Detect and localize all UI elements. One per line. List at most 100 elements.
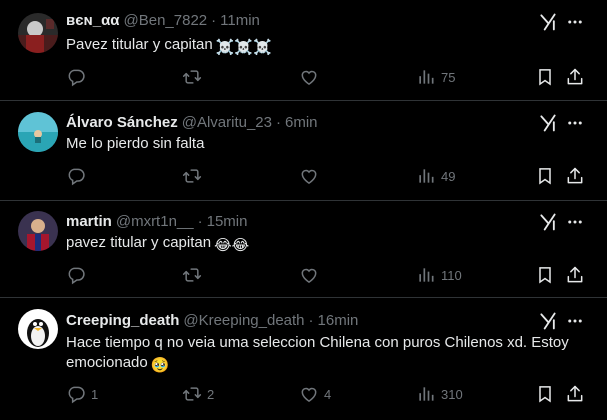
timestamp[interactable]: 16min xyxy=(318,312,359,329)
more-icon[interactable] xyxy=(566,114,584,132)
bookmark-button[interactable] xyxy=(535,67,555,87)
action-bar: 75 xyxy=(66,67,586,87)
retweet-button[interactable] xyxy=(182,67,207,87)
bookmark-button[interactable] xyxy=(535,166,555,186)
like-icon xyxy=(299,67,319,87)
user-handle[interactable]: @Ben_7822 xyxy=(124,12,208,29)
action-bar: 49 xyxy=(66,166,586,186)
like-button[interactable]: 4 xyxy=(299,384,331,404)
reply-icon xyxy=(66,384,86,404)
reply-icon xyxy=(66,265,86,285)
retweet-icon xyxy=(182,265,202,285)
user-handle[interactable]: @mxrt1n__ xyxy=(116,213,194,230)
tweet-text: Me lo pierdo sin falta xyxy=(66,134,586,154)
tweet-text-content: Me lo pierdo sin falta xyxy=(66,135,205,152)
more-icon[interactable] xyxy=(566,13,584,31)
views-button[interactable]: 49 xyxy=(416,166,455,186)
emoji: ☠️☠️☠️ xyxy=(215,39,272,56)
grok-icon[interactable] xyxy=(538,113,558,133)
timestamp[interactable]: 6min xyxy=(285,114,318,131)
separator: · xyxy=(308,311,314,329)
reply-icon xyxy=(66,67,86,87)
bookmark-icon xyxy=(535,265,555,285)
tweet-item[interactable]: Álvaro Sánchez @Alvaritu_23 · 6min Me lo… xyxy=(0,101,607,201)
view-count: 49 xyxy=(441,168,456,184)
retweet-button[interactable] xyxy=(182,166,207,186)
separator: · xyxy=(197,212,203,230)
tweet-text: Hace tiempo q no veia uma seleccion Chil… xyxy=(66,333,586,376)
views-icon xyxy=(416,384,436,404)
views-button[interactable]: 310 xyxy=(416,384,463,404)
bookmark-button[interactable] xyxy=(535,384,555,404)
reply-icon xyxy=(66,166,86,186)
tweet-item[interactable]: Creeping_death @Kreeping_death · 16min H… xyxy=(0,298,607,420)
action-bar: 110 xyxy=(66,265,586,285)
share-button[interactable] xyxy=(565,166,585,186)
like-button[interactable] xyxy=(299,166,324,186)
tweet-text-continued: emocionado xyxy=(66,354,148,371)
reply-feed: ʙєɴ_αα @Ben_7822 · 11min Pavez titular y… xyxy=(0,0,607,420)
grok-icon[interactable] xyxy=(538,311,558,331)
tweet-header: Álvaro Sánchez @Alvaritu_23 · 6min xyxy=(66,112,318,132)
tweet-header: Creeping_death @Kreeping_death · 16min xyxy=(66,310,358,330)
retweet-button[interactable]: 2 xyxy=(182,384,214,404)
like-icon xyxy=(299,166,319,186)
tweet-item[interactable]: ʙєɴ_αα @Ben_7822 · 11min Pavez titular y… xyxy=(0,0,607,101)
reply-button[interactable]: 1 xyxy=(66,384,98,404)
like-button[interactable] xyxy=(299,265,324,285)
display-name[interactable]: Álvaro Sánchez xyxy=(66,114,178,131)
share-button[interactable] xyxy=(565,67,585,87)
display-name[interactable]: ʙєɴ_αα xyxy=(66,12,120,29)
avatar[interactable] xyxy=(18,13,58,53)
display-name[interactable]: martin xyxy=(66,213,112,230)
more-icon[interactable] xyxy=(566,312,584,330)
retweet-icon xyxy=(182,67,202,87)
tweet-text-content: pavez titular y capitan xyxy=(66,234,212,251)
views-button[interactable]: 75 xyxy=(416,67,455,87)
retweet-icon xyxy=(182,384,202,404)
bookmark-icon xyxy=(535,67,555,87)
tweet-text-content: Hace tiempo q no veia uma seleccion Chil… xyxy=(66,334,569,351)
views-button[interactable]: 110 xyxy=(416,265,462,285)
retweet-button[interactable] xyxy=(182,265,207,285)
retweet-icon xyxy=(182,166,202,186)
share-icon xyxy=(565,166,585,186)
timestamp[interactable]: 15min xyxy=(207,213,248,230)
share-button[interactable] xyxy=(565,265,585,285)
view-count: 75 xyxy=(441,69,456,85)
reply-count: 1 xyxy=(91,386,99,402)
reply-button[interactable] xyxy=(66,166,91,186)
share-icon xyxy=(565,265,585,285)
avatar[interactable] xyxy=(18,211,58,251)
grok-icon[interactable] xyxy=(538,12,558,32)
user-handle[interactable]: @Kreeping_death xyxy=(183,312,304,329)
share-button[interactable] xyxy=(565,384,585,404)
reply-button[interactable] xyxy=(66,265,91,285)
timestamp[interactable]: 11min xyxy=(220,12,260,29)
bookmark-button[interactable] xyxy=(535,265,555,285)
more-icon[interactable] xyxy=(566,213,584,231)
like-icon xyxy=(299,384,319,404)
bookmark-icon xyxy=(535,384,555,404)
views-icon xyxy=(416,67,436,87)
separator: · xyxy=(211,11,217,29)
like-icon xyxy=(299,265,319,285)
share-icon xyxy=(565,67,585,87)
avatar[interactable] xyxy=(18,112,58,152)
reply-button[interactable] xyxy=(66,67,91,87)
view-count: 310 xyxy=(441,386,463,402)
views-icon xyxy=(416,166,436,186)
emoji: 🥹 xyxy=(150,357,170,374)
tweet-header: ʙєɴ_αα @Ben_7822 · 11min xyxy=(66,10,260,30)
views-icon xyxy=(416,265,436,285)
tweet-item[interactable]: martin @mxrt1n__ · 15min pavez titular y… xyxy=(0,201,607,298)
like-button[interactable] xyxy=(299,67,324,87)
avatar[interactable] xyxy=(18,309,58,349)
tweet-header: martin @mxrt1n__ · 15min xyxy=(66,211,247,231)
like-count: 4 xyxy=(324,386,332,402)
grok-icon[interactable] xyxy=(538,212,558,232)
display-name[interactable]: Creeping_death xyxy=(66,312,179,329)
action-bar: 1 2 4 310 xyxy=(66,384,586,404)
user-handle[interactable]: @Alvaritu_23 xyxy=(182,114,272,131)
retweet-count: 2 xyxy=(207,386,215,402)
